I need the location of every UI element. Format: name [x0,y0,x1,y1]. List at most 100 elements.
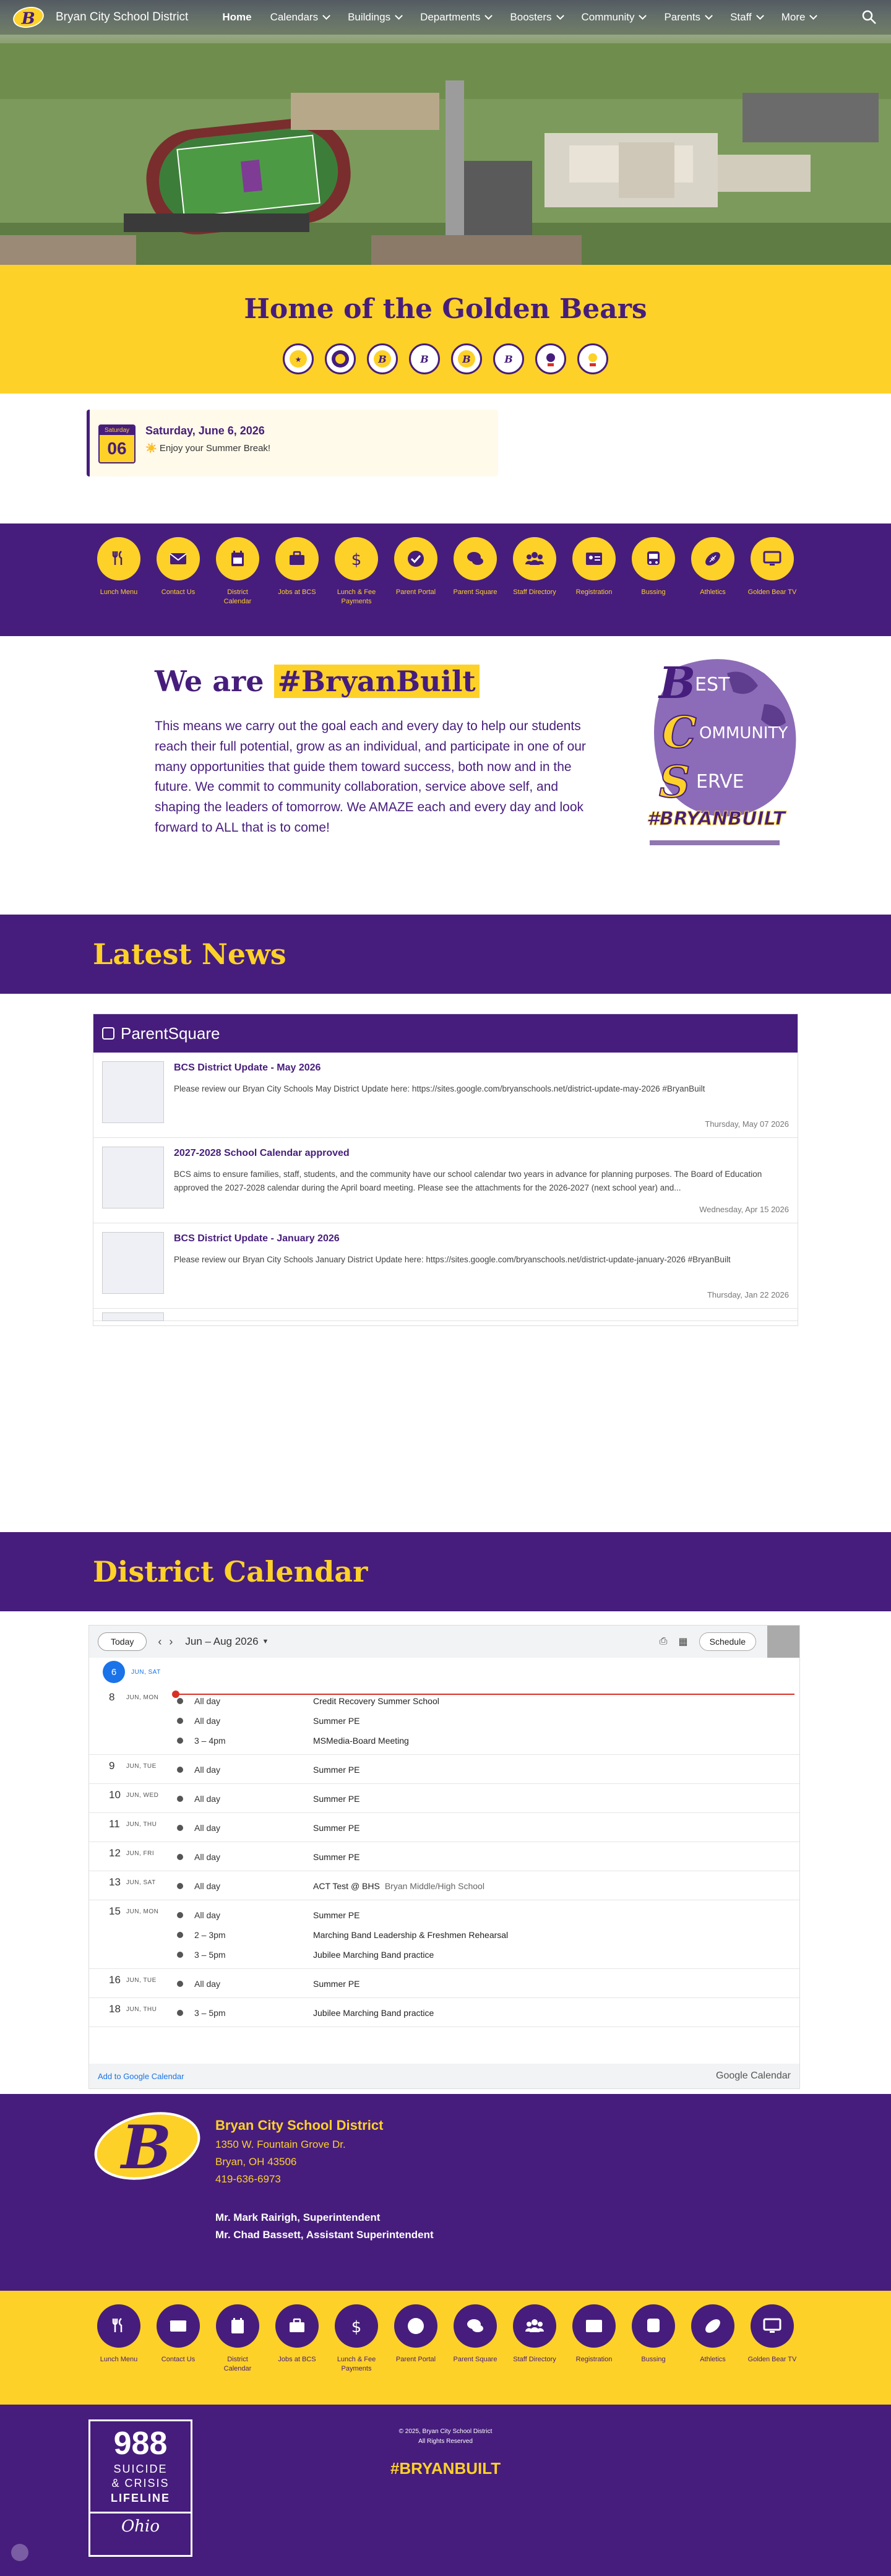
chevron-down-icon[interactable]: ▼ [262,1638,269,1645]
quick-link-label: Jobs at BCS [278,588,316,596]
calendar-event[interactable]: All day Summer PE [170,1847,799,1867]
quick-link-label: Athletics [700,588,726,596]
event-card[interactable]: Saturday 06 Saturday, June 6, 2026 ☀️ En… [87,410,498,476]
quick-link-contact-us[interactable]: Contact Us [148,2304,208,2405]
quick-link-lunch-menu[interactable]: Lunch Menu [89,2304,148,2405]
quick-link-jobs-at-bcs[interactable]: Jobs at BCS [267,537,327,636]
calendar-event[interactable]: All day Summer PE [170,1760,799,1780]
event-time: 3 – 5pm [194,1950,226,1960]
school-badge-icon[interactable]: B [367,343,398,374]
calendar-event[interactable]: All day Summer PE [170,1818,799,1838]
lifeline-line-2: & CRISIS [111,2477,170,2490]
quick-link-contact-us[interactable]: Contact Us [148,537,208,636]
quick-link-golden-bear-tv[interactable]: Golden Bear TV [742,537,802,636]
quick-link-jobs-at-bcs[interactable]: Jobs at BCS [267,2304,327,2405]
calendar-event[interactable]: 3 – 5pm Jubilee Marching Band practice [170,2003,799,2023]
district-logo[interactable]: B [12,5,45,30]
calendar-event[interactable]: 2 – 3pm Marching Band Leadership & Fresh… [170,1925,799,1945]
chevron-down-icon [639,12,647,20]
news-post[interactable]: 2027-2028 School Calendar approved BCS a… [93,1138,798,1223]
quick-link-golden-bear-tv[interactable]: Golden Bear TV [742,2304,802,2405]
quick-link-lunch-fee-payments[interactable]: $ Lunch & Fee Payments [327,2304,386,2405]
search-icon[interactable] [860,8,879,27]
next-arrow-icon[interactable]: › [169,1635,173,1648]
quick-link-staff-directory[interactable]: Staff Directory [505,2304,564,2405]
add-to-google-calendar-link[interactable]: Add to Google Calendar [98,2072,184,2081]
quick-link-parent-square[interactable]: Parent Square [446,537,505,636]
post-title[interactable]: BCS District Update - January 2026 [174,1233,789,1244]
nav-item-label: Staff [730,11,752,23]
svg-text:B: B [21,9,35,28]
post-title[interactable]: BCS District Update - May 2026 [174,1062,789,1074]
post-body: BCS District Update - January 2026 Pleas… [174,1232,789,1302]
quick-link-district-calendar[interactable]: District Calendar [208,537,267,636]
nav-item-home[interactable]: Home [213,0,260,35]
calendar-event[interactable]: 3 – 5pm Jubilee Marching Band practice [170,1945,799,1965]
day-label: JUN, FRI [126,1850,155,1857]
nav-item-departments[interactable]: Departments [411,0,501,35]
chevron-down-icon [556,12,564,20]
award-badge-icon[interactable]: ★ [283,343,314,374]
quick-link-label: Staff Directory [513,2356,556,2363]
calendar-event[interactable]: All day Summer PE [170,1789,799,1809]
quick-link-bussing[interactable]: Bussing [624,537,683,636]
quick-link-parent-portal[interactable]: Parent Portal [386,537,446,636]
quick-link-registration[interactable]: Registration [564,537,624,636]
award-badge-icon[interactable] [325,343,356,374]
quick-link-label: Bussing [641,2356,666,2363]
quick-link-staff-directory[interactable]: Staff Directory [505,537,564,636]
hero-image [0,0,891,265]
calendar-event[interactable]: All day Summer PE [170,1905,799,1925]
bcs-paw-logo: B EST C OMMUNITY S ERVE #BRYANBUILT [647,657,796,830]
today-button[interactable]: Today [98,1632,147,1651]
nav-item-staff[interactable]: Staff [721,0,772,35]
cutoff-text-fragment [650,840,780,845]
quick-link-district-calendar[interactable]: District Calendar [208,2304,267,2405]
quick-link-parent-portal[interactable]: Parent Portal [386,2304,446,2405]
school-badge-icon[interactable]: B [409,343,440,374]
post-title[interactable]: 2027-2028 School Calendar approved [174,1148,789,1159]
quick-link-parent-square[interactable]: Parent Square [446,2304,505,2405]
calendar-event[interactable]: All day Summer PE [170,1711,799,1731]
briefcase-icon [275,537,319,580]
news-post-partial[interactable] [93,1309,798,1321]
site-title[interactable]: Bryan City School District [56,11,188,24]
nav-item-label: Community [581,11,635,23]
nav-item-community[interactable]: Community [572,0,655,35]
calendar-event[interactable]: All day Summer PE [170,1974,799,1994]
svg-text:ERVE: ERVE [696,771,744,793]
print-icon[interactable]: ⎙ [660,1636,668,1647]
schedule-button[interactable]: Schedule [699,1632,756,1651]
nav-item-boosters[interactable]: Boosters [501,0,572,35]
day-events: All day Summer PE [170,1760,799,1780]
quick-link-athletics[interactable]: Athletics [683,537,742,636]
people-icon [513,537,556,580]
quick-link-lunch-fee-payments[interactable]: $ Lunch & Fee Payments [327,537,386,636]
calendar-event[interactable]: All day ACT Test @ BHS Bryan Middle/High… [170,1876,799,1896]
nav-item-buildings[interactable]: Buildings [338,0,411,35]
calendar-view-icon[interactable]: ▦ [678,1635,687,1648]
nav-item-parents[interactable]: Parents [655,0,721,35]
quick-link-athletics[interactable]: Athletics [683,2304,742,2405]
quick-link-lunch-menu[interactable]: Lunch Menu [89,537,148,636]
school-badge-icon[interactable]: B [451,343,482,374]
calendar-event[interactable]: 3 – 4pm MSMedia-Board Meeting [170,1731,799,1751]
school-badge-icon[interactable]: B [493,343,524,374]
quick-link-label: Contact Us [161,2356,196,2363]
bear-badge-icon[interactable] [577,343,608,374]
nav-item-calendars[interactable]: Calendars [261,0,339,35]
news-post[interactable]: BCS District Update - May 2026 Please re… [93,1053,798,1138]
date-range[interactable]: Jun – Aug 2026 [185,1635,258,1648]
news-post[interactable]: BCS District Update - January 2026 Pleas… [93,1223,798,1309]
quick-link-bussing[interactable]: Bussing [624,2304,683,2405]
quick-link-registration[interactable]: Registration [564,2304,624,2405]
external-link-icon[interactable] [767,1626,799,1658]
settings-icon[interactable] [11,2544,28,2561]
prev-arrow-icon[interactable]: ‹ [158,1635,161,1648]
event-name: Summer PE [313,1823,360,1833]
today-label: JUN, SAT [131,1668,161,1676]
calendar-day-row: 15 JUN, MON All day Summer PE 2 – 3pm Ma… [89,1900,799,1969]
event-time: All day [194,1696,221,1706]
bear-badge-icon[interactable] [535,343,566,374]
nav-item-more[interactable]: More [772,0,826,35]
